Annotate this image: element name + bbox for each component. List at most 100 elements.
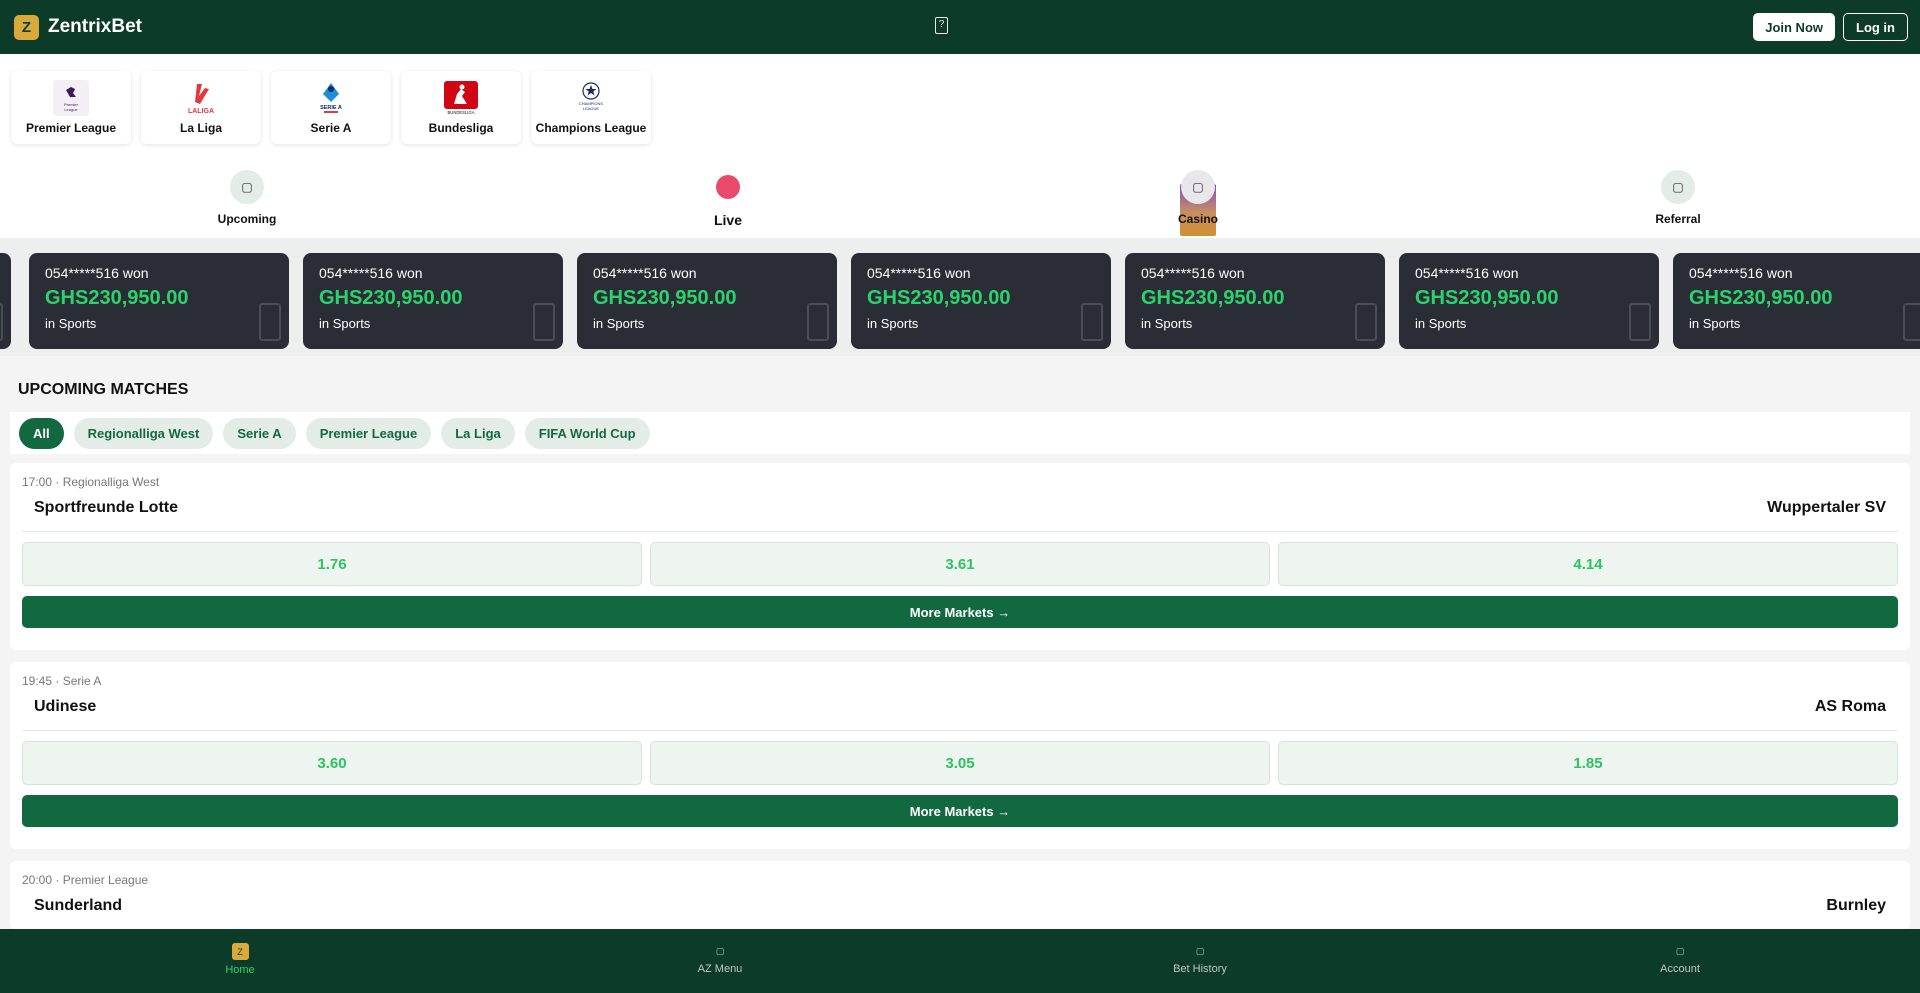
- premier-league-logo-icon: Premier League: [53, 80, 89, 116]
- phone-icon: [533, 303, 555, 341]
- filter-chip-all[interactable]: All: [19, 417, 64, 449]
- winner-card: 054*****516 won GHS230,950.00 in Sports: [1125, 253, 1385, 349]
- match-card: 17:00 · Regionalliga West Sportfreunde L…: [10, 463, 1910, 650]
- match-teams[interactable]: Sportfreunde Lotte Wuppertaler SV: [22, 489, 1898, 532]
- svg-text:BUNDESLIGA: BUNDESLIGA: [448, 110, 475, 115]
- home-icon: Z: [231, 943, 249, 960]
- quicknav-live[interactable]: Live: [668, 170, 788, 228]
- match-card: 19:45 · Serie A Udinese AS Roma 3.60 3.0…: [10, 662, 1910, 849]
- filter-chip-regionalliga-west[interactable]: Regionalliga West: [73, 417, 214, 449]
- bottom-nav-label: Bet History: [1173, 963, 1227, 975]
- phone-icon: [1629, 303, 1651, 341]
- quicknav-label: Upcoming: [217, 212, 277, 226]
- bundesliga-logo-icon: BUNDESLIGA: [443, 80, 479, 116]
- svg-text:League: League: [64, 107, 78, 112]
- quicknav-label: Referral: [1655, 212, 1701, 226]
- league-name: Champions League: [535, 121, 647, 135]
- odd-draw-button[interactable]: 3.05: [650, 741, 1270, 785]
- top-header: Z ZentrixBet ? Join Now Log in: [0, 0, 1920, 54]
- referral-icon: ▢: [1661, 170, 1695, 204]
- odds-row: 1.76 3.61 4.14: [22, 542, 1898, 586]
- svg-text:SERIE A: SERIE A: [320, 105, 342, 111]
- winner-card: 054*****516 won GHS230,950.00 in Sports: [1399, 253, 1659, 349]
- match-meta: 20:00 · Premier League: [22, 873, 149, 887]
- filter-chip-premier-league[interactable]: Premier League: [305, 417, 432, 449]
- odd-away-button[interactable]: 4.14: [1278, 542, 1898, 586]
- winner-user: 054*****516 won: [1415, 265, 1519, 281]
- winner-user: 054*****516 won: [867, 265, 971, 281]
- odd-home-button[interactable]: 3.60: [22, 741, 642, 785]
- quicknav-upcoming[interactable]: ▢ Upcoming: [187, 170, 307, 226]
- home-team: Sunderland: [34, 897, 123, 914]
- winner-card: 054*****516 won GHS230,950.00 in Sports: [577, 253, 837, 349]
- upcoming-icon: ▢: [230, 170, 264, 204]
- away-team: AS Roma: [1814, 698, 1886, 715]
- phone-icon: [1903, 303, 1920, 341]
- winner-amount: GHS230,950.00: [593, 287, 737, 309]
- winner-amount: GHS230,950.00: [1415, 287, 1559, 309]
- quicknav-casino[interactable]: ▢ Casino: [1138, 170, 1258, 236]
- header-actions: Join Now Log in: [1753, 13, 1908, 41]
- winner-category: in Sports: [1415, 316, 1467, 331]
- match-teams[interactable]: Sunderland Burnley: [22, 887, 1898, 929]
- winner-card: 054*****516 won GHS230,950.00 in Sports: [29, 253, 289, 349]
- odd-home-button[interactable]: 1.76: [22, 542, 642, 586]
- winner-amount: GHS230,950.00: [45, 287, 189, 309]
- winner-card: 054*****516 won GHS230,950.00 in Sports: [303, 253, 563, 349]
- bottom-nav-az-menu[interactable]: ▢ AZ Menu: [650, 943, 790, 976]
- odd-away-button[interactable]: 1.85: [1278, 741, 1898, 785]
- quick-nav: ▢ Upcoming Live ▢ Casino ▢ Referral: [0, 158, 1920, 238]
- winner-category: in Sports: [1689, 316, 1741, 331]
- league-bundesliga[interactable]: BUNDESLIGA Bundesliga: [401, 71, 521, 144]
- phone-icon: [0, 303, 3, 341]
- league-la-liga[interactable]: LALIGA La Liga: [141, 71, 261, 144]
- league-name: Serie A: [310, 121, 352, 135]
- phone-icon: [259, 303, 281, 341]
- casino-icon: ▢: [1181, 170, 1215, 204]
- phone-icon: [807, 303, 829, 341]
- league-champions-league[interactable]: CHAMPIONS LEAGUE Champions League: [531, 71, 651, 144]
- odd-draw-button[interactable]: 3.61: [650, 542, 1270, 586]
- filter-chip-la-liga[interactable]: La Liga: [441, 417, 515, 449]
- bottom-nav-label: Home: [225, 964, 255, 976]
- filter-chip-fifa-world-cup[interactable]: FIFA World Cup: [524, 417, 650, 449]
- league-premier-league[interactable]: Premier League Premier League: [11, 71, 131, 144]
- match-teams[interactable]: Udinese AS Roma: [22, 688, 1898, 731]
- winner-user: 054*****516 won: [593, 265, 697, 281]
- more-markets-button[interactable]: More Markets →: [22, 795, 1898, 827]
- live-dot-icon: [716, 175, 740, 199]
- more-markets-button[interactable]: More Markets →: [22, 596, 1898, 628]
- odds-row: 3.60 3.05 1.85: [22, 741, 1898, 785]
- brand[interactable]: Z ZentrixBet: [14, 14, 142, 40]
- login-button[interactable]: Log in: [1843, 13, 1908, 41]
- section-title: UPCOMING MATCHES: [18, 381, 189, 398]
- home-team: Sportfreunde Lotte: [34, 499, 178, 516]
- bottom-nav-account[interactable]: ▢ Account: [1610, 943, 1750, 976]
- champions-league-logo-icon: CHAMPIONS LEAGUE: [573, 80, 609, 116]
- away-team: Burnley: [1826, 897, 1886, 914]
- winners-ticker: 054*****516 won GHS230,950.00 in Sports …: [0, 238, 1920, 356]
- brand-name: ZentrixBet: [48, 16, 142, 37]
- quicknav-label: Live: [713, 212, 742, 228]
- phone-icon: [1355, 303, 1377, 341]
- league-serie-a[interactable]: SERIE A Serie A: [271, 71, 391, 144]
- join-now-button[interactable]: Join Now: [1753, 13, 1835, 41]
- serie-a-logo-icon: SERIE A: [313, 80, 349, 116]
- bottom-nav: Z Home ▢ AZ Menu ▢ Bet History ▢ Account: [0, 929, 1920, 993]
- filter-chip-serie-a[interactable]: Serie A: [223, 417, 296, 449]
- league-filter-bar: All Regionalliga West Serie A Premier Le…: [10, 412, 1910, 454]
- bottom-nav-label: AZ Menu: [697, 963, 743, 975]
- winner-category: in Sports: [1141, 316, 1193, 331]
- quicknav-referral[interactable]: ▢ Referral: [1618, 170, 1738, 226]
- bottom-nav-home[interactable]: Z Home: [170, 943, 310, 976]
- winner-user: 054*****516 won: [45, 265, 149, 281]
- winner-card: 054*****516 won GHS230,950.00 in Sports: [1673, 253, 1920, 349]
- league-name: La Liga: [179, 121, 222, 135]
- away-team: Wuppertaler SV: [1767, 499, 1886, 516]
- svg-text:LALIGA: LALIGA: [188, 108, 214, 115]
- league-strip: Premier League Premier League LALIGA La L…: [0, 54, 1920, 158]
- winner-amount: GHS230,950.00: [1689, 287, 1833, 309]
- la-liga-logo-icon: LALIGA: [183, 80, 219, 116]
- bottom-nav-bet-history[interactable]: ▢ Bet History: [1130, 943, 1270, 976]
- match-card: 20:00 · Premier League Sunderland Burnle…: [10, 861, 1910, 929]
